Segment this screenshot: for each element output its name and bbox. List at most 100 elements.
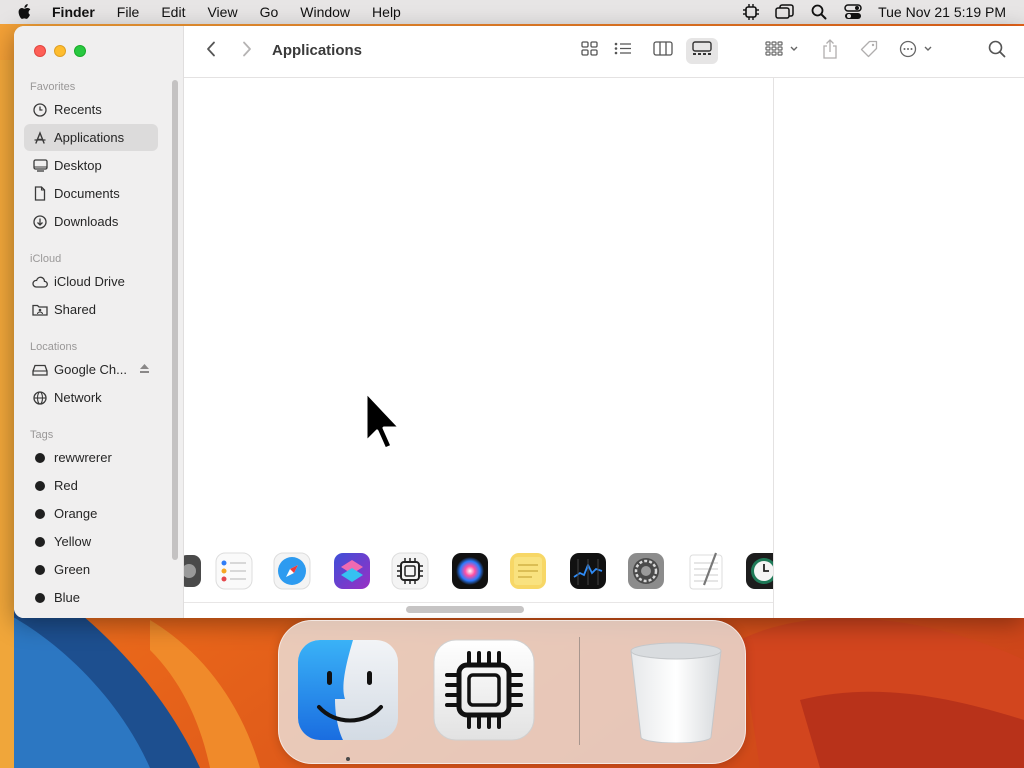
- dock-trash[interactable]: [623, 637, 729, 744]
- back-button[interactable]: [200, 38, 222, 64]
- menu-go[interactable]: Go: [260, 4, 279, 20]
- close-window-button[interactable]: [34, 45, 46, 57]
- stocks-app-icon[interactable]: [566, 549, 610, 593]
- search-button[interactable]: [984, 38, 1010, 64]
- sidebar-item-label: Downloads: [54, 214, 119, 229]
- gallery-view-button[interactable]: [686, 38, 718, 64]
- gallery-strip-divider: [184, 602, 774, 603]
- sidebar-item-label: rewwrerer: [54, 450, 112, 465]
- finder-running-indicator: [346, 757, 350, 761]
- safari-app-icon[interactable]: [270, 549, 314, 593]
- reminders-app-icon[interactable]: [212, 549, 256, 593]
- gallery-preview-area[interactable]: [184, 78, 774, 618]
- minimize-window-button[interactable]: [54, 45, 66, 57]
- time-machine-app-icon[interactable]: [742, 549, 774, 593]
- sidebar-tag-rewwrerer[interactable]: rewwrerer: [24, 444, 158, 471]
- sidebar-item-recents[interactable]: Recents: [24, 96, 158, 123]
- dock-separator: [579, 637, 580, 745]
- sidebar-scrollbar[interactable]: [172, 80, 178, 560]
- sidebar-item-icloud-drive[interactable]: iCloud Drive: [24, 268, 158, 295]
- shared-folder-icon: [32, 302, 48, 318]
- sidebar-item-label: Blue: [54, 590, 81, 605]
- desktop-icon: [32, 158, 48, 174]
- sidebar-item-google-chrome[interactable]: Google Ch...: [24, 356, 158, 383]
- globe-icon: [32, 390, 48, 406]
- textedit-app-icon[interactable]: [684, 549, 728, 593]
- tag-dot-icon: [35, 480, 45, 491]
- sidebar-tag-orange[interactable]: Orange: [24, 500, 158, 527]
- share-icon: [822, 38, 838, 64]
- tag-button[interactable]: [856, 38, 882, 64]
- menu-edit[interactable]: Edit: [161, 4, 185, 20]
- sidebar-tag-blue[interactable]: Blue: [24, 584, 158, 611]
- sidebar-item-downloads[interactable]: Downloads: [24, 208, 158, 235]
- sidebar-tag-yellow[interactable]: Yellow: [24, 528, 158, 555]
- control-center-icon[interactable]: [842, 3, 864, 21]
- menu-view[interactable]: View: [207, 4, 237, 20]
- menu-help[interactable]: Help: [372, 4, 401, 20]
- group-by-button[interactable]: [762, 38, 802, 64]
- forward-button[interactable]: [236, 38, 258, 64]
- search-icon[interactable]: [808, 3, 830, 21]
- drive-icon: [32, 362, 48, 378]
- zoom-window-button[interactable]: [74, 45, 86, 57]
- sidebar-item-shared[interactable]: Shared: [24, 296, 158, 323]
- system-information-app-icon[interactable]: [388, 549, 432, 593]
- applications-icon: [32, 130, 48, 146]
- eject-icon[interactable]: [139, 362, 150, 377]
- sidebar-item-label: Yellow: [54, 534, 92, 549]
- column-view-button[interactable]: [648, 38, 678, 64]
- apple-logo-icon[interactable]: [17, 0, 37, 24]
- sidebar-tag-green[interactable]: Green: [24, 556, 158, 583]
- icon-view-icon: [580, 41, 598, 61]
- gallery-strip[interactable]: [184, 544, 774, 604]
- tag-dot-icon: [35, 452, 45, 463]
- sidebar-section-icloud: iCloud: [30, 253, 62, 265]
- sidebar-item-label: Applications: [54, 130, 125, 145]
- dock-system-information[interactable]: [431, 637, 537, 743]
- tag-dot-icon: [35, 564, 45, 575]
- icon-view-button[interactable]: [574, 38, 604, 64]
- menubar-clock[interactable]: Tue Nov 21 5:19 PM: [878, 4, 1006, 20]
- menu-file[interactable]: File: [117, 4, 140, 20]
- sidebar-item-applications[interactable]: Applications: [24, 124, 158, 151]
- sidebar-item-label: Documents: [54, 186, 120, 201]
- menu-window[interactable]: Window: [300, 4, 350, 20]
- dock-finder[interactable]: [295, 637, 401, 743]
- sidebar-item-label: Green: [54, 562, 91, 577]
- sidebar-item-label: Red: [54, 478, 78, 493]
- sidebar-tag-red[interactable]: Red: [24, 472, 158, 499]
- system-information-app-icon: [431, 639, 537, 747]
- system-settings-app-icon[interactable]: [624, 549, 668, 593]
- sidebar: Favorites Recents Applications Desktop D…: [14, 26, 184, 618]
- share-button[interactable]: [818, 38, 842, 64]
- download-icon: [32, 214, 48, 230]
- sidebar-item-desktop[interactable]: Desktop: [24, 152, 158, 179]
- cpu-icon[interactable]: [740, 3, 762, 21]
- sidebar-item-label: Network: [54, 390, 102, 405]
- sidebar-item-network[interactable]: Network: [24, 384, 158, 411]
- sidebar-section-locations: Locations: [30, 341, 78, 353]
- screen-mirroring-icon[interactable]: [774, 3, 796, 21]
- sidebar-item-documents[interactable]: Documents: [24, 180, 158, 207]
- more-actions-button[interactable]: [896, 38, 938, 64]
- stickies-app-icon[interactable]: [506, 549, 550, 593]
- dock: [278, 620, 746, 764]
- menu-app-finder[interactable]: Finder: [52, 4, 95, 20]
- clock-icon: [32, 102, 48, 118]
- menu-bar: Finder File Edit View Go Window Help Tue…: [0, 0, 1024, 24]
- gallery-view-icon: [692, 41, 712, 61]
- list-view-button[interactable]: [608, 38, 638, 64]
- tag-dot-icon: [35, 536, 45, 547]
- siri-app-icon[interactable]: [448, 549, 492, 593]
- mouse-pointer-icon: [360, 386, 408, 458]
- shortcuts-app-icon[interactable]: [330, 549, 374, 593]
- horizontal-scrollbar[interactable]: [406, 606, 524, 613]
- tag-dot-icon: [35, 592, 45, 603]
- sidebar-item-label: Desktop: [54, 158, 102, 173]
- sidebar-item-label: iCloud Drive: [54, 274, 125, 289]
- window-controls: [34, 45, 94, 57]
- sidebar-section-favorites: Favorites: [30, 81, 76, 93]
- sidebar-section-tags: Tags: [30, 429, 54, 441]
- finder-app-icon: [295, 640, 401, 747]
